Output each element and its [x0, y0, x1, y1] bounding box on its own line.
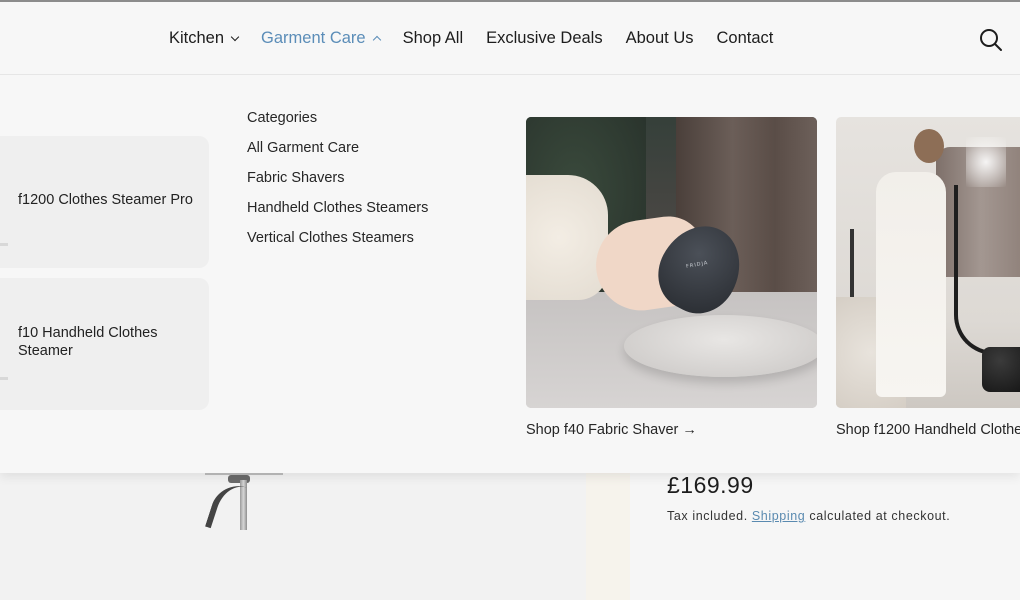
product-thumbnail-edge: [0, 243, 8, 246]
chevron-down-icon: [230, 32, 240, 41]
nav-label: Exclusive Deals: [486, 29, 603, 47]
image-steamer-base: [982, 347, 1020, 392]
nav-label: Shop All: [402, 29, 464, 47]
nav-item-garment-care[interactable]: Garment Care: [261, 29, 381, 48]
featured-product-card[interactable]: f1200 Clothes Steamer Pro: [0, 136, 209, 268]
search-button[interactable]: [978, 27, 1004, 53]
chevron-up-icon: [372, 35, 381, 45]
promo-caption[interactable]: Shop f1200 Handheld Clothe: [836, 422, 1020, 438]
main-nav: Kitchen Garment Care Shop All Exclusive …: [169, 29, 796, 48]
categories-heading: Categories: [247, 110, 318, 126]
image-stone-plate: [624, 315, 817, 377]
categories-list: Categories All Garment Care Fabric Shave…: [247, 108, 428, 258]
nav-item-contact[interactable]: Contact: [716, 29, 773, 48]
tax-note-text: Tax included.: [667, 509, 752, 523]
tax-note: Tax included. Shipping calculated at che…: [667, 509, 950, 523]
promo-fabric-shaver[interactable]: FRIDJA Shop f40 Fabric Shaver →: [526, 117, 817, 438]
category-link-all-garment-care[interactable]: All Garment Care: [247, 138, 428, 168]
category-link-fabric-shavers[interactable]: Fabric Shavers: [247, 168, 428, 198]
image-lamp: [850, 229, 854, 299]
featured-product-label: f10 Handheld Clothes Steamer: [18, 325, 158, 359]
image-fuzzy-sleeve: [526, 175, 608, 300]
image-person-head: [914, 129, 944, 163]
promo-image-clothes-steamer[interactable]: [836, 117, 1020, 408]
search-icon: [980, 29, 1002, 51]
featured-product-label: f1200 Clothes Steamer Pro: [18, 192, 193, 208]
featured-product-card[interactable]: f10 Handheld Clothes Steamer: [0, 278, 209, 410]
category-link-vertical-steamers[interactable]: Vertical Clothes Steamers: [247, 228, 428, 258]
nav-label: About Us: [625, 29, 694, 47]
image-steamer-hose: [954, 185, 999, 355]
promo-image-fabric-shaver[interactable]: FRIDJA: [526, 117, 817, 408]
category-link-handheld-steamers[interactable]: Handheld Clothes Steamers: [247, 198, 428, 228]
product-thumbnail-edge: [0, 377, 8, 380]
nav-item-kitchen[interactable]: Kitchen: [169, 29, 240, 48]
shipping-link[interactable]: Shipping: [752, 509, 805, 523]
nav-item-about-us[interactable]: About Us: [626, 29, 694, 48]
image-person: [876, 172, 946, 397]
nav-label: Contact: [716, 29, 774, 47]
product-price: £169.99: [667, 472, 754, 498]
nav-item-shop-all[interactable]: Shop All: [403, 29, 464, 48]
site-header: Kitchen Garment Care Shop All Exclusive …: [0, 0, 1020, 75]
image-steam: [966, 137, 1006, 187]
promo-caption[interactable]: Shop f40 Fabric Shaver →: [526, 422, 817, 438]
promo-clothes-steamer[interactable]: Shop f1200 Handheld Clothe: [836, 117, 1020, 438]
nav-label: Kitchen: [169, 29, 225, 47]
nav-item-exclusive-deals[interactable]: Exclusive Deals: [486, 29, 602, 48]
tax-note-text-after: calculated at checkout.: [805, 509, 951, 523]
garment-care-mega-menu: f1200 Clothes Steamer Pro f10 Handheld C…: [0, 75, 1020, 473]
nav-label: Garment Care: [261, 29, 366, 47]
